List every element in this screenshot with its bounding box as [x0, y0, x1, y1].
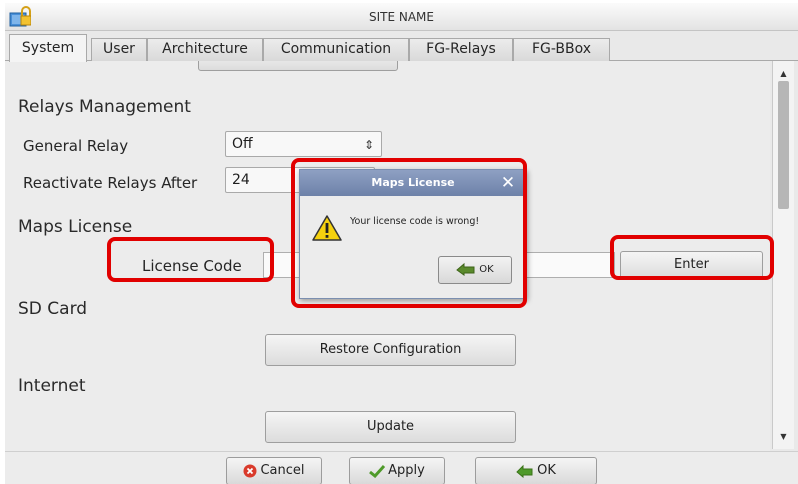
scroll-up-arrow-icon[interactable]: ▲: [776, 67, 791, 80]
vertical-scrollbar[interactable]: ▲ ▼: [772, 61, 794, 449]
maps-license-heading: Maps License: [18, 217, 133, 237]
window-title: SITE NAME: [368, 10, 434, 24]
scroll-down-arrow-icon[interactable]: ▼: [776, 430, 791, 443]
ok-label: OK: [537, 463, 556, 478]
bottom-button-bar: Cancel Apply OK: [5, 451, 798, 484]
tab-user[interactable]: User: [91, 38, 147, 61]
restore-configuration-button[interactable]: Restore Configuration: [265, 334, 516, 366]
relays-heading: Relays Management: [18, 97, 191, 117]
checkmark-icon: [369, 464, 386, 478]
ok-button[interactable]: OK: [475, 457, 597, 484]
general-relay-select[interactable]: Off ⇕: [225, 131, 382, 157]
select-arrows-icon: ⇕: [363, 138, 374, 152]
update-button[interactable]: Update: [265, 411, 516, 443]
sd-card-heading: SD Card: [18, 299, 88, 319]
general-relay-value: Off: [232, 136, 253, 152]
scrollbar-thumb[interactable]: [778, 81, 789, 209]
title-bar: SITE NAME: [5, 3, 798, 31]
tab-system[interactable]: System: [9, 34, 87, 62]
partial-top-button[interactable]: [198, 61, 398, 71]
application-window: SITE NAME System User Architecture Commu…: [5, 3, 798, 484]
dialog-highlight: [291, 158, 527, 308]
internet-heading: Internet: [18, 376, 86, 396]
cancel-button[interactable]: Cancel: [226, 457, 322, 484]
cancel-label: Cancel: [260, 463, 305, 478]
ok-arrow-icon: [516, 464, 533, 478]
tab-fg-bbox[interactable]: FG-BBox: [513, 38, 610, 61]
tab-bar: System User Architecture Communication F…: [5, 34, 798, 62]
reactivate-relays-value: 24: [232, 172, 250, 188]
tab-communication[interactable]: Communication: [263, 38, 409, 61]
cancel-icon: [243, 464, 257, 477]
tab-fg-relays[interactable]: FG-Relays: [409, 38, 513, 61]
tab-architecture[interactable]: Architecture: [147, 38, 263, 61]
reactivate-relays-label: Reactivate Relays After: [23, 174, 198, 192]
license-code-highlight: [107, 237, 274, 282]
apply-button[interactable]: Apply: [349, 457, 445, 484]
general-relay-label: General Relay: [23, 137, 129, 155]
apply-label: Apply: [388, 463, 425, 478]
enter-button-highlight: [610, 235, 774, 280]
